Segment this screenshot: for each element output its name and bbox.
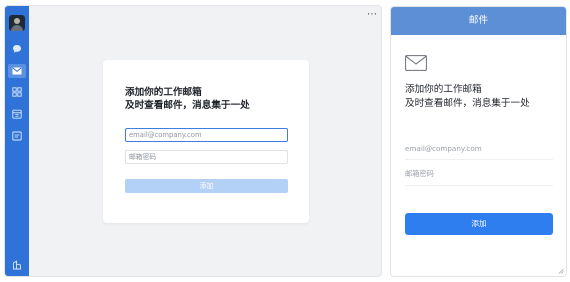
calendar-icon bbox=[12, 109, 22, 119]
resize-handle-icon[interactable] bbox=[558, 268, 564, 274]
mobile-preview-panel: 邮件 添加你的工作邮箱 及时查看邮件，消息集于一处 email@company.… bbox=[390, 6, 567, 277]
add-button[interactable]: 添加 bbox=[125, 179, 288, 193]
avatar[interactable] bbox=[9, 15, 25, 31]
sidebar-item-chat[interactable] bbox=[11, 43, 23, 55]
sidebar-item-docs[interactable] bbox=[11, 130, 23, 142]
mobile-title: 添加你的工作邮箱 及时查看邮件，消息集于一处 bbox=[405, 83, 530, 111]
mail-icon bbox=[12, 67, 22, 75]
mobile-title-line-2: 及时查看邮件，消息集于一处 bbox=[405, 98, 530, 109]
sidebar-item-calendar[interactable] bbox=[11, 108, 23, 120]
sidebar bbox=[5, 6, 29, 276]
envelope-icon bbox=[405, 55, 427, 71]
sidebar-item-help[interactable] bbox=[11, 259, 23, 271]
card-title: 添加你的工作邮箱 及时查看邮件，消息集于一处 bbox=[125, 86, 250, 112]
help-icon bbox=[13, 260, 21, 270]
email-field[interactable]: email@company.com bbox=[125, 128, 288, 142]
add-email-card: 添加你的工作邮箱 及时查看邮件，消息集于一处 email@company.com… bbox=[103, 60, 309, 223]
card-title-line-2: 及时查看邮件，消息集于一处 bbox=[125, 100, 250, 111]
desktop-app-window: ⋯ 添加你的工作邮箱 及时查看邮件，消息集于一处 email@company.c… bbox=[4, 5, 382, 277]
sidebar-item-mail[interactable] bbox=[8, 64, 26, 78]
sidebar-item-apps[interactable] bbox=[11, 86, 23, 98]
mobile-title-line-1: 添加你的工作邮箱 bbox=[405, 84, 482, 95]
chat-icon bbox=[13, 45, 21, 53]
mobile-email-field[interactable]: email@company.com bbox=[405, 144, 553, 160]
docs-icon bbox=[12, 131, 22, 141]
more-options-button[interactable]: ⋯ bbox=[367, 10, 377, 20]
card-title-line-1: 添加你的工作邮箱 bbox=[125, 87, 202, 98]
mobile-password-field[interactable]: 邮箱密码 bbox=[405, 169, 553, 186]
mobile-header: 邮件 bbox=[391, 7, 566, 35]
apps-grid-icon bbox=[12, 87, 22, 97]
mobile-add-button[interactable]: 添加 bbox=[405, 213, 553, 235]
password-field[interactable]: 邮箱密码 bbox=[125, 150, 288, 164]
